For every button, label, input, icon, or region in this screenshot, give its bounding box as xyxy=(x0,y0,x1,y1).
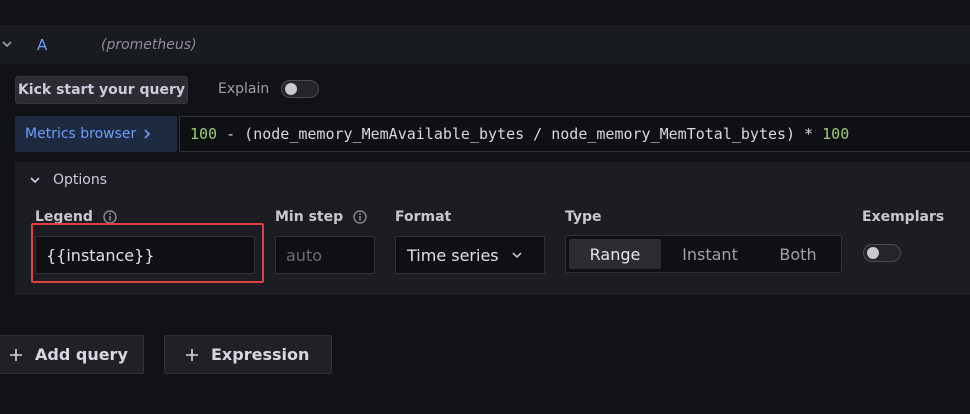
metrics-browser-label: Metrics browser xyxy=(25,126,137,142)
min-step-field-label: Min step xyxy=(275,209,367,225)
format-select[interactable]: Time series xyxy=(395,236,545,274)
expr-number: 100 xyxy=(190,125,218,143)
format-label: Format xyxy=(395,209,452,225)
options-label: Options xyxy=(53,172,108,188)
query-expression-editor[interactable]: 100 - (node_memory_MemAvailable_bytes / … xyxy=(179,116,970,152)
query-datasource: (prometheus) xyxy=(101,37,197,53)
kick-start-button[interactable]: Kick start your query xyxy=(15,76,188,104)
chevron-right-icon xyxy=(144,129,151,139)
exemplars-field-label: Exemplars xyxy=(862,209,944,225)
chevron-down-icon xyxy=(512,252,522,259)
options-toggle[interactable]: Options xyxy=(29,172,107,188)
exemplars-toggle[interactable] xyxy=(863,244,901,262)
type-option-both[interactable]: Both xyxy=(759,239,837,269)
format-value: Time series xyxy=(407,245,499,265)
query-ref-id[interactable]: A xyxy=(37,36,47,54)
info-icon[interactable] xyxy=(103,210,117,224)
format-field-label: Format xyxy=(395,209,451,225)
metrics-browser-button[interactable]: Metrics browser xyxy=(15,116,177,152)
toggle-knob xyxy=(285,83,297,95)
expression-button[interactable]: Expression xyxy=(164,335,332,374)
exemplars-label: Exemplars xyxy=(862,209,945,225)
query-row-header: A (prometheus) xyxy=(0,26,970,64)
type-field-label: Type xyxy=(565,209,602,225)
type-radio-group: Range Instant Both xyxy=(565,235,842,273)
expr-body: - (node_memory_MemAvailable_bytes / node… xyxy=(217,125,823,143)
chevron-down-icon[interactable] xyxy=(0,37,14,51)
add-query-label: Add query xyxy=(35,345,128,364)
type-option-instant[interactable]: Instant xyxy=(661,239,759,269)
plus-icon xyxy=(186,348,198,361)
info-icon[interactable] xyxy=(353,210,367,224)
min-step-label: Min step xyxy=(275,209,344,225)
type-option-range[interactable]: Range xyxy=(569,239,661,269)
chevron-down-icon xyxy=(30,177,40,184)
type-label: Type xyxy=(565,209,602,225)
expression-label: Expression xyxy=(211,345,310,364)
expr-number: 100 xyxy=(822,125,850,143)
highlight-annotation xyxy=(31,223,264,283)
explain-label: Explain xyxy=(218,81,270,97)
toggle-knob xyxy=(867,247,879,259)
add-query-button[interactable]: Add query xyxy=(0,335,144,374)
min-step-input[interactable]: auto xyxy=(275,236,375,274)
explain-toggle[interactable] xyxy=(281,80,319,98)
plus-icon xyxy=(10,348,22,361)
